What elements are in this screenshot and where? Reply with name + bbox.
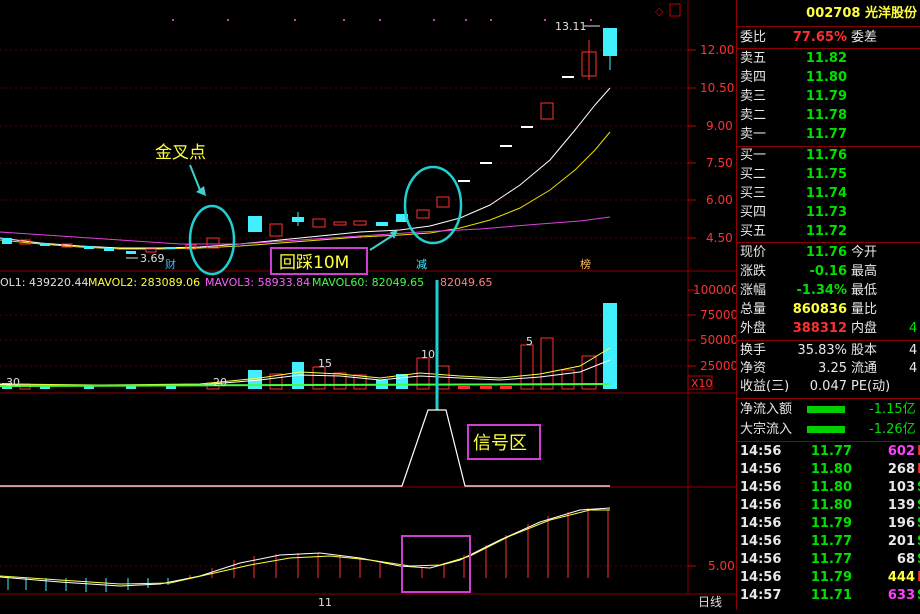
svg-text:75000: 75000 <box>700 308 736 322</box>
chart-canvas: ◇ 12.00 10.50 9.00 7.50 6.00 4.50 13.11 … <box>0 0 739 609</box>
svg-text:OL1: 439220.44: OL1: 439220.44 <box>0 276 88 289</box>
low-price-label: 3.69 <box>140 252 165 265</box>
bid-row[interactable]: 买一 11.76 <box>737 147 920 165</box>
tick-row[interactable]: 14:56 11.79 444 B <box>737 569 920 587</box>
svg-text:7.50: 7.50 <box>706 156 733 170</box>
volume-bars <box>2 303 617 390</box>
marker-cai[interactable]: 财 <box>165 257 176 271</box>
quote-row: 外盘 388312 内盘 4 <box>740 321 918 336</box>
marker-jian[interactable]: 减 <box>416 258 427 271</box>
quote-row: 涨跌 -0.16 最高 <box>740 264 878 279</box>
candles <box>2 28 617 254</box>
tick-row[interactable]: 14:56 11.77 68 S <box>737 551 920 569</box>
flow-bar <box>807 426 845 433</box>
bid-row[interactable]: 买二 11.75 <box>737 166 920 184</box>
quote-row: 总量 860836 量比 <box>740 302 878 317</box>
quote-row: 涨幅 -1.34% 最低 <box>740 283 878 298</box>
mavol-legend: OL1: 439220.44 MAVOL2: 283089.06 MAVOL3:… <box>0 276 493 289</box>
stock-header: 002708 光洋股份 <box>737 5 920 23</box>
stock-name: 光洋股份 <box>864 6 917 21</box>
flow-row: 大宗流入 -1.26亿 <box>740 422 916 437</box>
svg-text:25000: 25000 <box>700 359 736 373</box>
tick-row[interactable]: 14:56 11.77 602 B <box>737 443 920 461</box>
stats-row: 净资 3.25 流通 4 <box>740 361 918 376</box>
svg-text:9.00: 9.00 <box>706 119 733 133</box>
svg-text:MAVOL60: 82049.65: MAVOL60: 82049.65 <box>312 276 424 289</box>
svg-text:MAVOL2: 283089.06: MAVOL2: 283089.06 <box>88 276 200 289</box>
ma-line-yellow <box>0 131 611 250</box>
svg-text:4.50: 4.50 <box>706 231 733 245</box>
svg-text:10.50: 10.50 <box>700 81 734 95</box>
ma-line-magenta <box>0 216 611 245</box>
bid-ratio-row: 委比 77.65% 委差 <box>740 30 878 45</box>
macd-bars <box>7 508 609 592</box>
flow-row: 净流入额 -1.15亿 <box>740 402 916 417</box>
date-axis-label: 11 <box>318 596 332 609</box>
annotation-golden-cross: 金叉点 <box>155 143 206 163</box>
bid-row[interactable]: 买五 11.72 <box>737 223 920 241</box>
svg-text:12.00: 12.00 <box>700 43 734 57</box>
svg-text:20: 20 <box>213 376 227 389</box>
tick-row[interactable]: 14:56 11.79 196 S <box>737 515 920 533</box>
annotation-pullback: 回踩10M <box>279 253 349 273</box>
svg-text:50000: 50000 <box>700 333 736 347</box>
diamond-icon[interactable]: ◇ <box>655 5 664 18</box>
stats-row: 收益(三) 0.047 PE(动) <box>740 379 891 394</box>
high-price-label: 13.11 <box>555 20 587 33</box>
tick-row[interactable]: 14:56 11.77 201 S <box>737 533 920 551</box>
svg-text:30: 30 <box>6 376 20 389</box>
svg-text:15: 15 <box>318 357 332 370</box>
scroll-box-icon[interactable] <box>669 3 681 17</box>
svg-text:5: 5 <box>526 335 533 348</box>
bid-row[interactable]: 买四 11.73 <box>737 204 920 222</box>
tick-row[interactable]: 14:56 11.80 268 B <box>737 461 920 479</box>
ma-line-white <box>0 87 611 249</box>
tick-row[interactable]: 14:56 11.80 103 S <box>737 479 920 497</box>
annotation-signal: 信号区 <box>473 433 527 454</box>
volume-unit: X10 <box>691 377 713 390</box>
ask-row[interactable]: 卖二 11.78 <box>737 107 920 125</box>
tick-row[interactable]: 14:57 11.71 633 S <box>737 587 920 605</box>
quote-panel: 002708 光洋股份 委比 77.65% 委差 卖五 11.82 卖四 11.… <box>736 0 920 610</box>
info-dots <box>172 19 592 21</box>
macd-highlight-box <box>401 535 471 593</box>
stats-row: 换手 35.83% 股本 4 <box>740 343 918 358</box>
period-label[interactable]: 日线 <box>698 595 722 609</box>
circle-golden-cross <box>188 204 236 276</box>
svg-text:10: 10 <box>421 348 435 361</box>
macd-axis: 5.00 <box>708 559 735 573</box>
volume-axis: 100000 75000 50000 25000 <box>693 283 739 373</box>
tick-row[interactable]: 14:56 11.80 139 S <box>737 497 920 515</box>
svg-text:6.00: 6.00 <box>706 193 733 207</box>
ask-row[interactable]: 卖四 11.80 <box>737 69 920 87</box>
bid-row[interactable]: 买三 11.74 <box>737 185 920 203</box>
stock-code: 002708 <box>806 6 861 21</box>
ask-row[interactable]: 卖五 11.82 <box>737 50 920 68</box>
svg-text:MAVOL3: 58933.84: MAVOL3: 58933.84 <box>205 276 310 289</box>
flow-bar <box>807 406 845 413</box>
price-axis: 12.00 10.50 9.00 7.50 6.00 4.50 <box>700 43 734 245</box>
ask-row[interactable]: 卖一 11.77 <box>737 126 920 144</box>
kline-chart[interactable]: ◇ 12.00 10.50 9.00 7.50 6.00 4.50 13.11 … <box>0 0 739 610</box>
ask-row[interactable]: 卖三 11.79 <box>737 88 920 106</box>
svg-text:82049.65: 82049.65 <box>440 276 493 289</box>
marker-bang[interactable]: 榜 <box>580 257 591 271</box>
svg-text:100000: 100000 <box>693 283 736 297</box>
quote-row: 现价 11.76 今开 <box>740 245 878 260</box>
